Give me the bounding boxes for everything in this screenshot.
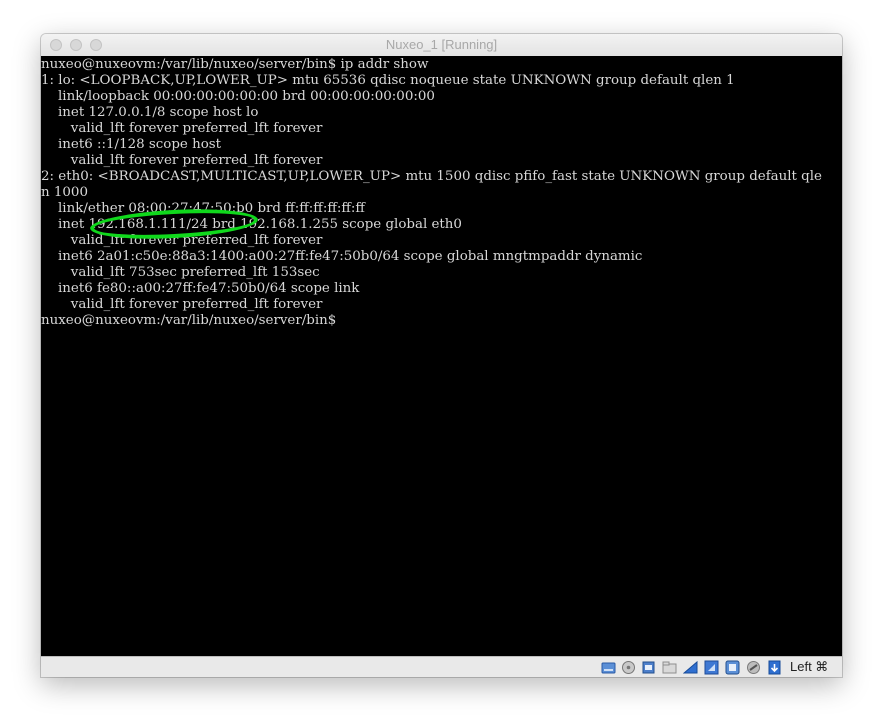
- cpu-icon[interactable]: [746, 660, 761, 675]
- shared-folder-icon[interactable]: [662, 660, 677, 675]
- terminal-line: valid_lft forever preferred_lft forever: [41, 121, 323, 136]
- window-title: Nuxeo_1 [Running]: [385, 37, 498, 52]
- optical-drive-icon[interactable]: [621, 660, 636, 675]
- hard-disk-icon[interactable]: [601, 660, 616, 675]
- terminal-line: inet6 fe80::a00:27ff:fe47:50b0/64 scope …: [41, 281, 360, 296]
- terminal-screen[interactable]: nuxeo@nuxeovm:/var/lib/nuxeo/server/bin$…: [41, 56, 842, 656]
- title-bar[interactable]: Nuxeo_1 [Running]: [41, 34, 842, 57]
- terminal-line: valid_lft forever preferred_lft forever: [41, 297, 323, 312]
- terminal-line: nuxeo@nuxeovm:/var/lib/nuxeo/server/bin$: [41, 313, 337, 328]
- terminal-line: n 1000: [41, 185, 88, 200]
- terminal-line: nuxeo@nuxeovm:/var/lib/nuxeo/server/bin$…: [41, 57, 429, 72]
- display-icon[interactable]: [682, 660, 698, 675]
- mouse-integration-icon[interactable]: [767, 660, 782, 675]
- usb-icon[interactable]: [641, 660, 656, 675]
- terminal-line: 1: lo: <LOOPBACK,UP,LOWER_UP> mtu 65536 …: [41, 73, 735, 88]
- network-icon[interactable]: [704, 660, 719, 675]
- terminal-line: 2: eth0: <BROADCAST,MULTICAST,UP,LOWER_U…: [41, 169, 822, 184]
- terminal-line: inet6 2a01:c50e:88a3:1400:a00:27ff:fe47:…: [41, 249, 643, 264]
- host-key-label[interactable]: Left ⌘: [790, 659, 828, 675]
- virtualbox-window: Nuxeo_1 [Running] nuxeo@nuxeovm:/var/lib…: [41, 34, 842, 677]
- terminal-line: inet6 ::1/128 scope host: [41, 137, 222, 152]
- terminal-line: link/loopback 00:00:00:00:00:00 brd 00:0…: [41, 89, 435, 104]
- terminal-line: inet 127.0.0.1/8 scope host lo: [41, 105, 259, 120]
- status-bar: Left ⌘: [41, 656, 842, 677]
- terminal-line: valid_lft forever preferred_lft forever: [41, 153, 323, 168]
- video-capture-icon[interactable]: [725, 660, 740, 675]
- terminal-line: valid_lft 753sec preferred_lft 153sec: [41, 265, 320, 280]
